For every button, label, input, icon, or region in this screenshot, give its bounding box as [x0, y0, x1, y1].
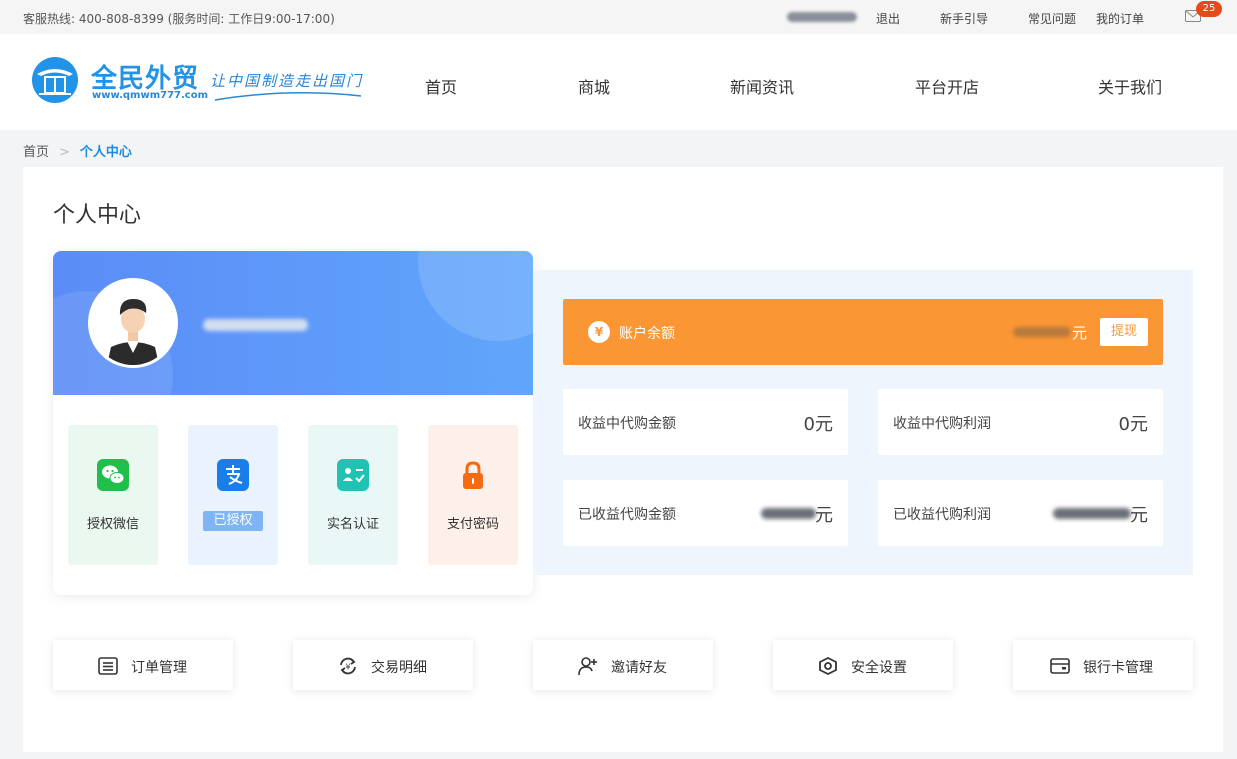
breadcrumb-home[interactable]: 首页: [23, 145, 49, 160]
balance-unit: 元: [1072, 324, 1088, 342]
breadcrumb-separator: >: [59, 145, 70, 160]
stat-earned-profit: 已收益代购利润 元: [878, 480, 1163, 546]
stat-label: 收益中代购利润: [893, 416, 991, 432]
logo-emblem-icon: [32, 57, 78, 103]
invite-friends-button[interactable]: 邀请好友: [533, 640, 713, 690]
guide-link[interactable]: 新手引导: [940, 10, 988, 27]
lock-icon: [463, 461, 483, 489]
tile-alipay-auth[interactable]: 已授权: [188, 425, 278, 565]
stat-pending-profit: 收益中代购利润 0元: [878, 389, 1163, 455]
balance-label: 账户余额: [619, 326, 675, 342]
stat-label: 收益中代购金额: [578, 416, 676, 432]
username-redacted[interactable]: [787, 12, 857, 22]
stat-label: 已收益代购利润: [893, 507, 991, 523]
brand-slogan: 让中国制造走出国门: [210, 72, 364, 90]
mail-count-badge: 25: [1196, 1, 1222, 17]
tile-label: 实名认证: [326, 517, 379, 532]
stat-earned-amount: 已收益代购金额 元: [563, 480, 848, 546]
stat-label: 已收益代购金额: [578, 507, 676, 523]
nav-about[interactable]: 关于我们: [1098, 74, 1162, 98]
order-management-button[interactable]: 订单管理: [53, 640, 233, 690]
balance-value-redacted: [1013, 327, 1071, 337]
security-settings-button[interactable]: 安全设置: [773, 640, 953, 690]
bank-card-icon: [1050, 658, 1070, 674]
wechat-icon: [97, 459, 129, 491]
authorized-badge: 已授权: [203, 511, 263, 531]
stat-unit: 元: [1130, 505, 1148, 526]
stat-value-redacted: [761, 508, 816, 519]
bank-card-management-button[interactable]: 银行卡管理: [1013, 640, 1193, 690]
add-user-icon: [578, 657, 597, 676]
yen-icon: ¥: [588, 321, 610, 343]
account-balance-bar: ¥ 账户余额 元 提现: [563, 299, 1163, 365]
shield-icon: [819, 656, 837, 676]
withdraw-button[interactable]: 提现: [1100, 318, 1148, 346]
quick-link-label: 订单管理: [131, 660, 187, 676]
customer-hotline: 客服热线: 400-808-8399 (服务时间: 工作日9:00-17:00): [23, 12, 335, 26]
logout-link[interactable]: 退出: [876, 10, 900, 27]
avatar-person-icon: [91, 281, 175, 365]
avatar[interactable]: [88, 278, 178, 368]
stat-value: 0元: [1118, 414, 1148, 435]
tile-label: 支付密码: [446, 517, 499, 532]
main-panel: 个人中心 授权微信 已授权 实名认证 支付密码 ¥ 账户余额 元 提现 收益中代…: [23, 167, 1223, 752]
breadcrumb-current: 个人中心: [79, 145, 132, 160]
brand-url: www.qmwm777.com: [92, 90, 209, 101]
nav-news[interactable]: 新闻资讯: [730, 74, 794, 98]
nav-open-store[interactable]: 平台开店: [915, 74, 979, 98]
slogan-swoosh: [214, 92, 362, 101]
page-title: 个人中心: [53, 203, 142, 228]
breadcrumb: 首页 > 个人中心: [23, 141, 132, 160]
quick-link-label: 邀请好友: [611, 660, 667, 676]
list-icon: [98, 657, 118, 675]
id-card-icon: [337, 459, 369, 491]
top-bar: 客服热线: 400-808-8399 (服务时间: 工作日9:00-17:00)…: [0, 0, 1237, 34]
stat-value-redacted: [1053, 508, 1131, 519]
stat-value: 0元: [803, 414, 833, 435]
stat-pending-amount: 收益中代购金额 0元: [563, 389, 848, 455]
balance-area: ¥ 账户余额 元 提现 收益中代购金额 0元 收益中代购利润 0元 已收益代购金…: [533, 270, 1193, 575]
tile-wechat-auth[interactable]: 授权微信: [68, 425, 158, 565]
exchange-icon: ¥: [340, 657, 356, 675]
transaction-details-button[interactable]: ¥ 交易明细: [293, 640, 473, 690]
profile-header: [53, 251, 533, 395]
decor-circle: [418, 251, 533, 341]
username-redacted: [203, 319, 308, 331]
stat-unit: 元: [815, 505, 833, 526]
my-orders-link[interactable]: 我的订单: [1096, 10, 1144, 27]
site-logo[interactable]: 全民外贸 www.qmwm777.com 让中国制造走出国门: [25, 56, 365, 108]
quick-link-label: 安全设置: [851, 660, 907, 676]
tile-label: 授权微信: [86, 517, 139, 532]
svg-text:¥: ¥: [345, 663, 350, 672]
quick-link-label: 交易明细: [371, 660, 427, 676]
nav-mall[interactable]: 商城: [578, 74, 610, 98]
tile-pay-password[interactable]: 支付密码: [428, 425, 518, 565]
tile-real-name[interactable]: 实名认证: [308, 425, 398, 565]
profile-card: 授权微信 已授权 实名认证 支付密码: [53, 251, 533, 595]
header: 全民外贸 www.qmwm777.com 让中国制造走出国门 首页 商城 新闻资…: [0, 34, 1237, 130]
quick-link-label: 银行卡管理: [1083, 660, 1153, 676]
faq-link[interactable]: 常见问题: [1028, 10, 1076, 27]
alipay-icon: [217, 459, 249, 491]
nav-home[interactable]: 首页: [425, 74, 457, 98]
